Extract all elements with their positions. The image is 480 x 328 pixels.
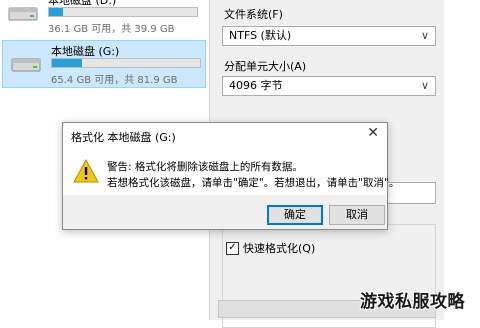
ok-button[interactable]: 确定 (267, 205, 323, 225)
warning-icon (73, 159, 99, 183)
dialog-footer: 确定 取消 (63, 195, 387, 229)
hard-drive-icon (8, 7, 38, 21)
quick-format-checkbox[interactable]: ✓ (226, 241, 239, 255)
quick-format-label: 快速格式化(Q) (243, 242, 316, 255)
drive-usage-bar (51, 58, 201, 68)
cancel-button[interactable]: 取消 (329, 205, 385, 225)
drive-free-space: 65.4 GB 可用，共 81.9 GB (51, 75, 178, 86)
allocation-select[interactable]: 4096 字节 ∨ (222, 76, 436, 96)
instruction-message: 若想格式化该磁盘，请单击"确定"。若想退出，请单击"取消"。 (107, 177, 400, 189)
watermark: 游戏私服攻略 (360, 292, 465, 312)
drive-usage-bar (48, 7, 198, 17)
hard-drive-icon (11, 58, 41, 72)
filesystem-label: 文件系统(F) (224, 8, 283, 21)
drive-item-g[interactable]: 本地磁盘 (G:) 65.4 GB 可用，共 81.9 GB (2, 40, 206, 88)
drive-free-space: 36.1 GB 可用，共 39.9 GB (48, 24, 175, 35)
allocation-value: 4096 字节 (229, 79, 283, 92)
drive-item-d[interactable]: 本地磁盘 (D:) 36.1 GB 可用，共 39.9 GB (0, 0, 210, 38)
drive-name: 本地磁盘 (G:) (51, 45, 120, 58)
chevron-down-icon: ∨ (420, 29, 429, 42)
filesystem-value: NTFS (默认) (229, 29, 292, 42)
filesystem-select[interactable]: NTFS (默认) ∨ (222, 26, 436, 46)
background-strip (444, 0, 480, 320)
drive-usage-fill (52, 59, 82, 67)
allocation-label: 分配单元大小(A) (224, 60, 307, 73)
dialog-title: 格式化 本地磁盘 (G:) (71, 131, 176, 144)
drive-usage-fill (49, 8, 64, 16)
chevron-down-icon: ∨ (420, 79, 429, 92)
confirm-dialog: 格式化 本地磁盘 (G:) ✕ 警告: 格式化将删除该磁盘上的所有数据。 若想格… (62, 122, 399, 230)
close-icon[interactable]: ✕ (367, 125, 379, 141)
warning-message: 警告: 格式化将删除该磁盘上的所有数据。 (107, 161, 303, 173)
quick-format-row[interactable]: ✓ 快速格式化(Q) (226, 240, 315, 256)
